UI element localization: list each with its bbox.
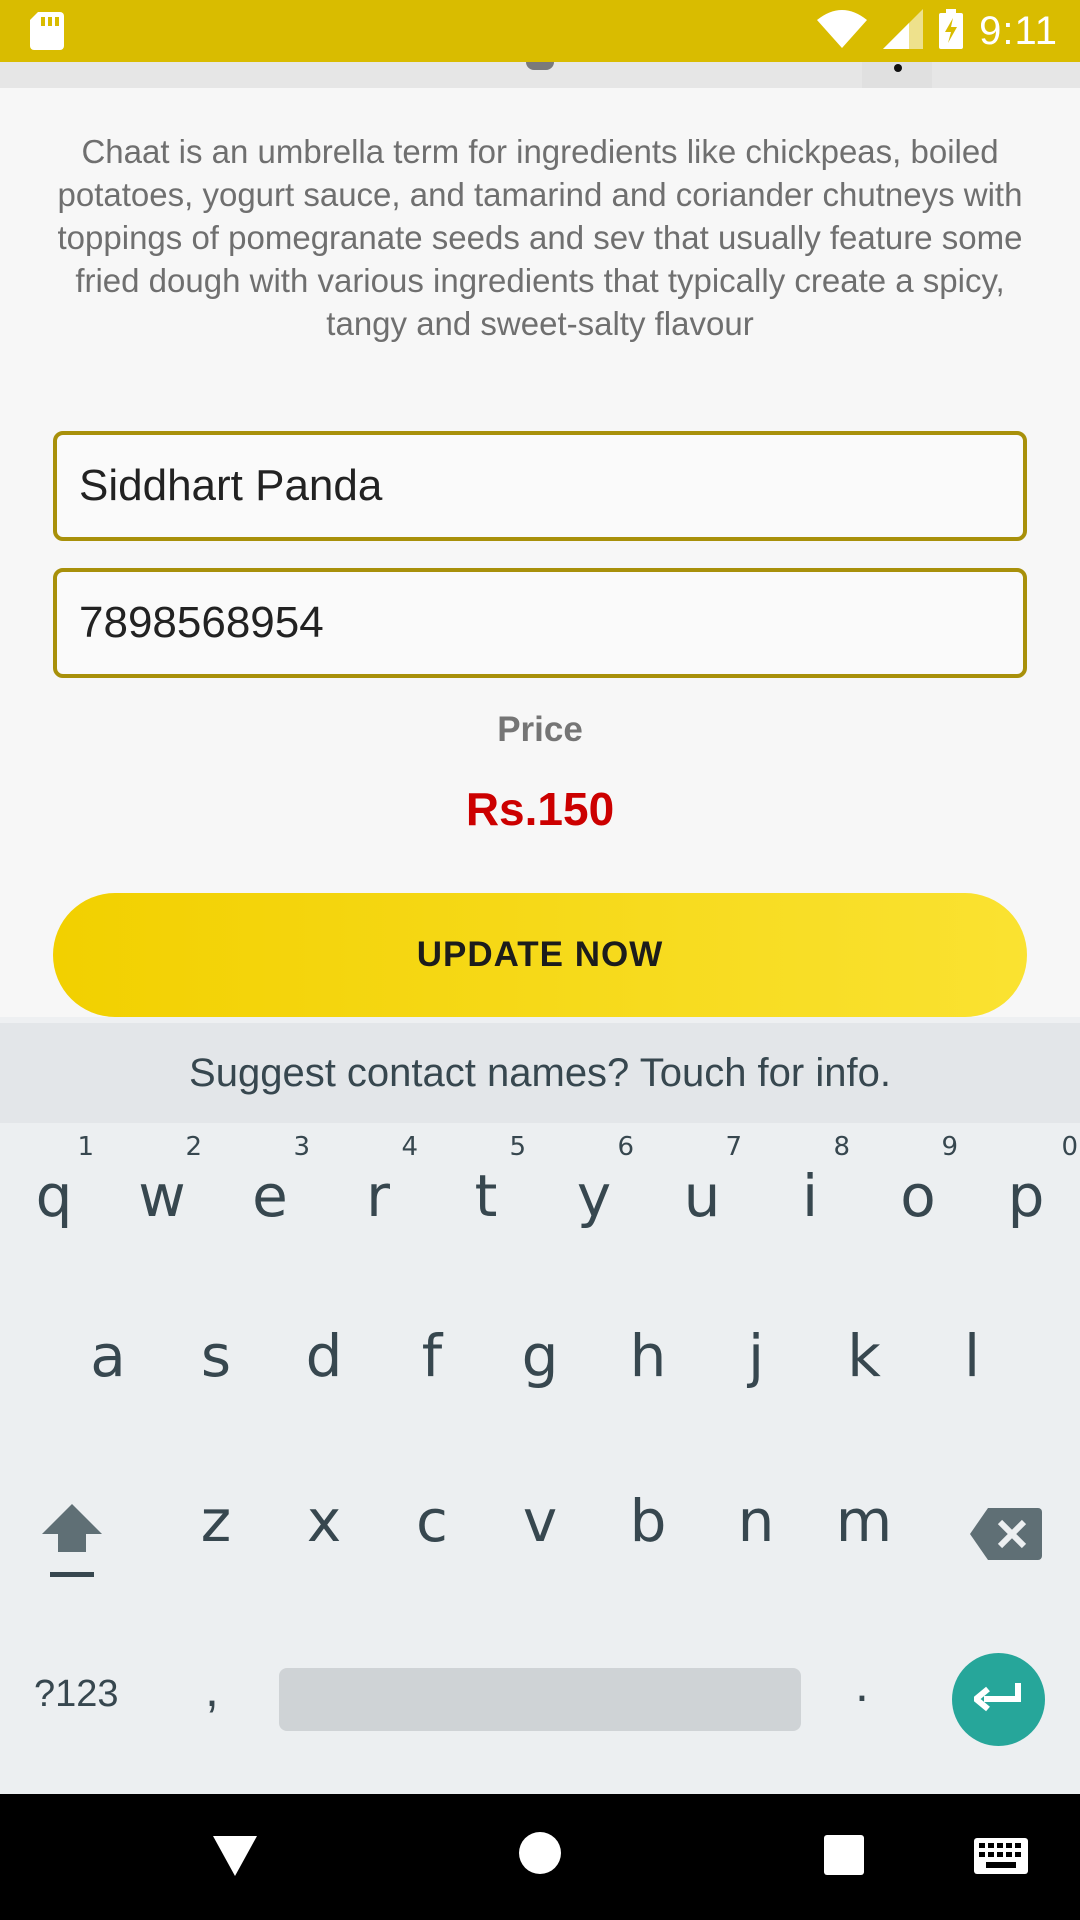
- key-hint: 6: [617, 1132, 634, 1162]
- space-key[interactable]: [279, 1668, 801, 1731]
- key-label: i: [801, 1162, 819, 1230]
- shift-key[interactable]: [36, 1500, 108, 1580]
- key-y[interactable]: 6y: [540, 1132, 648, 1230]
- key-v[interactable]: v: [486, 1487, 594, 1555]
- overflow-menu-icon[interactable]: [862, 62, 932, 88]
- signal-icon: [883, 8, 924, 54]
- key-f[interactable]: f: [378, 1322, 486, 1390]
- key-i[interactable]: 8i: [756, 1132, 864, 1230]
- key-u[interactable]: 7u: [648, 1132, 756, 1230]
- key-t[interactable]: 5t: [432, 1132, 540, 1230]
- key-label: w: [138, 1162, 186, 1230]
- clock: 9:11: [979, 8, 1058, 53]
- key-p[interactable]: 0p: [972, 1132, 1080, 1230]
- keyboard-switch-icon[interactable]: [974, 1838, 1028, 1879]
- key-hint: 7: [725, 1132, 742, 1162]
- key-h[interactable]: h: [594, 1322, 702, 1390]
- navigation-bar: [0, 1794, 1080, 1920]
- backspace-icon[interactable]: [970, 1508, 1042, 1560]
- key-hint: 4: [401, 1132, 418, 1162]
- key-w[interactable]: 2w: [108, 1132, 216, 1230]
- toolbar-remnant: [0, 62, 1080, 88]
- symbols-key[interactable]: ?123: [34, 1673, 119, 1716]
- key-l[interactable]: l: [918, 1322, 1026, 1390]
- period-key[interactable]: .: [855, 1655, 869, 1713]
- price-label: Price: [497, 710, 583, 749]
- key-label: e: [252, 1162, 288, 1230]
- key-hint: 9: [941, 1132, 958, 1162]
- phone-field[interactable]: 7898568954: [53, 568, 1027, 678]
- key-r[interactable]: 4r: [324, 1132, 432, 1230]
- key-b[interactable]: b: [594, 1487, 702, 1555]
- recents-icon[interactable]: [824, 1835, 864, 1875]
- status-bar: 9:11: [0, 0, 1080, 62]
- key-e[interactable]: 3e: [216, 1132, 324, 1230]
- key-j[interactable]: j: [702, 1322, 810, 1390]
- key-label: u: [683, 1162, 721, 1230]
- key-s[interactable]: s: [162, 1322, 270, 1390]
- key-n[interactable]: n: [702, 1487, 810, 1555]
- key-label: o: [900, 1162, 936, 1230]
- key-c[interactable]: c: [378, 1487, 486, 1555]
- back-icon[interactable]: [213, 1836, 257, 1881]
- key-label: r: [366, 1162, 390, 1230]
- home-icon[interactable]: [519, 1832, 561, 1874]
- key-k[interactable]: k: [810, 1322, 918, 1390]
- price-value: Rs.150: [465, 783, 615, 835]
- key-z[interactable]: z: [162, 1487, 270, 1555]
- enter-key[interactable]: [952, 1653, 1045, 1746]
- key-hint: 2: [185, 1132, 202, 1162]
- sd-card-icon: [30, 12, 64, 55]
- battery-charging-icon: [939, 8, 964, 54]
- item-description: Chaat is an umbrella term for ingredient…: [57, 133, 1023, 342]
- key-label: p: [1007, 1162, 1045, 1230]
- key-hint: 3: [293, 1132, 310, 1162]
- key-x[interactable]: x: [270, 1487, 378, 1555]
- key-q[interactable]: 1q: [0, 1132, 108, 1230]
- key-label: q: [35, 1162, 73, 1230]
- key-label: t: [474, 1162, 498, 1230]
- key-a[interactable]: a: [54, 1322, 162, 1390]
- key-hint: 8: [833, 1132, 850, 1162]
- key-hint: 1: [77, 1132, 94, 1162]
- comma-key[interactable]: ,: [205, 1660, 219, 1718]
- suggestion-strip[interactable]: Suggest contact names? Touch for info.: [0, 1017, 1080, 1123]
- key-o[interactable]: 9o: [864, 1132, 972, 1230]
- key-hint: 5: [509, 1132, 526, 1162]
- name-field[interactable]: Siddhart Panda: [53, 431, 1027, 541]
- key-d[interactable]: d: [270, 1322, 378, 1390]
- toolbar-icon-fragment: [526, 62, 554, 70]
- key-label: y: [576, 1162, 612, 1230]
- wifi-icon: [817, 9, 868, 53]
- key-g[interactable]: g: [486, 1322, 594, 1390]
- update-now-button[interactable]: UPDATE NOW: [53, 893, 1027, 1017]
- key-m[interactable]: m: [810, 1487, 918, 1555]
- enter-icon: [970, 1681, 1024, 1718]
- key-hint: 0: [1061, 1132, 1078, 1162]
